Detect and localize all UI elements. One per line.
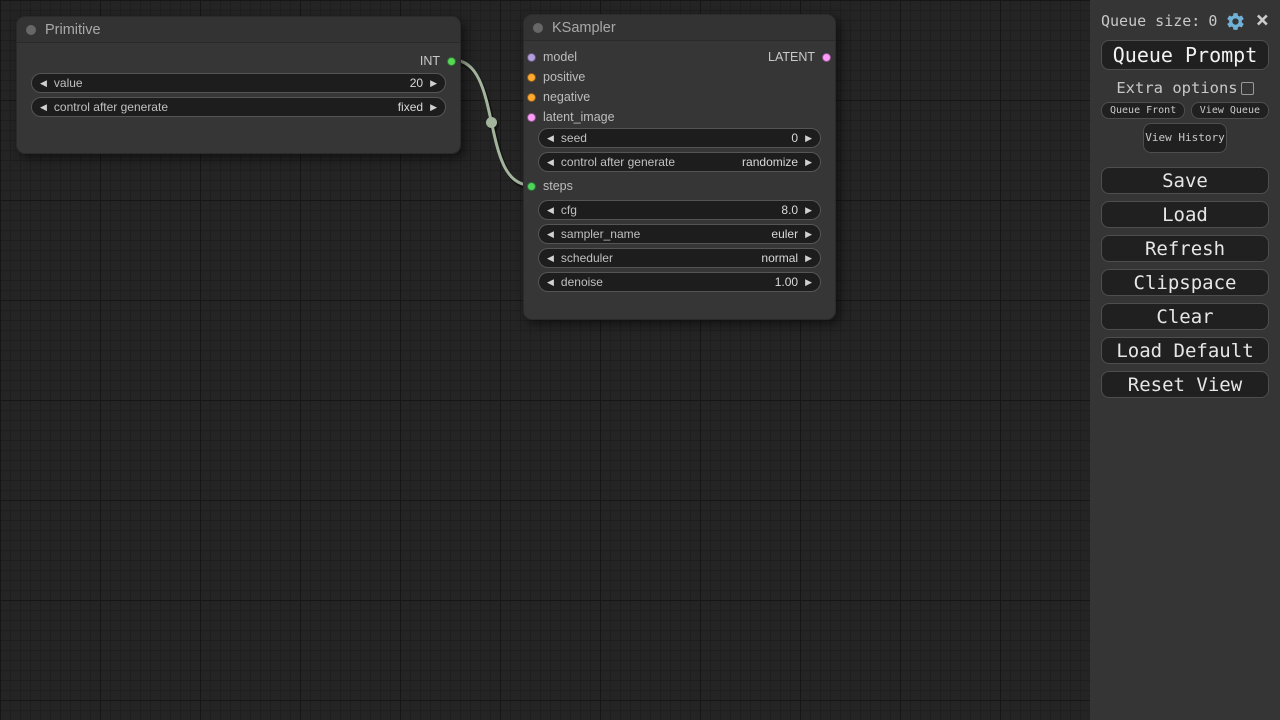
- output-label: LATENT: [768, 50, 815, 64]
- settings-gear-icon[interactable]: [1225, 11, 1246, 32]
- queue-size-row: Queue size: 0 ×: [1101, 10, 1269, 32]
- output-row-int: INT: [420, 53, 456, 69]
- input-label: positive: [543, 70, 585, 84]
- node-title: Primitive: [45, 22, 101, 38]
- queue-size-label: Queue size:: [1101, 12, 1200, 30]
- queue-size-value: 0: [1208, 12, 1217, 30]
- queue-controls-row: Queue Front View Queue: [1101, 102, 1269, 119]
- decrement-arrow-icon[interactable]: ◀: [40, 103, 47, 112]
- close-icon[interactable]: ×: [1256, 11, 1269, 31]
- widget-scheduler[interactable]: ◀ scheduler normal ▶: [538, 248, 821, 268]
- decrement-arrow-icon[interactable]: ◀: [547, 134, 554, 143]
- extra-options-row: Extra options: [1101, 79, 1269, 97]
- node-title: KSampler: [552, 20, 616, 36]
- increment-arrow-icon[interactable]: ▶: [805, 230, 812, 239]
- view-queue-button[interactable]: View Queue: [1191, 102, 1269, 119]
- increment-arrow-icon[interactable]: ▶: [805, 278, 812, 287]
- increment-arrow-icon[interactable]: ▶: [430, 103, 437, 112]
- output-row-latent: LATENT: [768, 49, 831, 65]
- widget-label: value: [54, 76, 410, 90]
- node-primitive[interactable]: Primitive INT ◀ value 20 ▶ ◀ control aft…: [16, 16, 461, 154]
- clipspace-button[interactable]: Clipspace: [1101, 269, 1269, 296]
- node-ksampler-titlebar[interactable]: KSampler: [524, 15, 835, 41]
- increment-arrow-icon[interactable]: ▶: [430, 79, 437, 88]
- widget-seed[interactable]: ◀ seed 0 ▶: [538, 128, 821, 148]
- widget-control-after-generate[interactable]: ◀ control after generate randomize ▶: [538, 152, 821, 172]
- widget-cfg[interactable]: ◀ cfg 8.0 ▶: [538, 200, 821, 220]
- output-port-latent[interactable]: [822, 53, 831, 62]
- link-shadow: [455, 63, 532, 188]
- decrement-arrow-icon[interactable]: ◀: [547, 158, 554, 167]
- output-label: INT: [420, 54, 440, 68]
- input-port-negative[interactable]: [527, 93, 536, 102]
- widget-value-text: 1.00: [775, 275, 798, 289]
- input-row-positive: positive: [527, 69, 585, 85]
- node-ksampler[interactable]: KSampler model positive negative latent_…: [523, 14, 836, 320]
- widget-sampler-name[interactable]: ◀ sampler_name euler ▶: [538, 224, 821, 244]
- widget-label: sampler_name: [561, 227, 771, 241]
- widget-value-text: randomize: [742, 155, 798, 169]
- widget-denoise[interactable]: ◀ denoise 1.00 ▶: [538, 272, 821, 292]
- input-row-negative: negative: [527, 89, 590, 105]
- link-midpoint-shadow: [488, 120, 499, 131]
- load-default-button[interactable]: Load Default: [1101, 337, 1269, 364]
- extra-options-checkbox[interactable]: [1241, 82, 1254, 95]
- widget-label: seed: [561, 131, 791, 145]
- node-collapse-dot[interactable]: [26, 25, 36, 35]
- widget-label: control after generate: [54, 100, 398, 114]
- input-row-model: model: [527, 49, 577, 65]
- input-port-latent-image[interactable]: [527, 113, 536, 122]
- input-label: negative: [543, 90, 590, 104]
- extra-options-label: Extra options: [1116, 79, 1237, 97]
- input-port-model[interactable]: [527, 53, 536, 62]
- widget-value-text: euler: [771, 227, 798, 241]
- input-port-positive[interactable]: [527, 73, 536, 82]
- decrement-arrow-icon[interactable]: ◀: [547, 278, 554, 287]
- widget-value-text: 20: [410, 76, 423, 90]
- link-midpoint-dot[interactable]: [486, 117, 497, 128]
- node-collapse-dot[interactable]: [533, 23, 543, 33]
- decrement-arrow-icon[interactable]: ◀: [547, 230, 554, 239]
- clear-button[interactable]: Clear: [1101, 303, 1269, 330]
- widget-control-after-generate[interactable]: ◀ control after generate fixed ▶: [31, 97, 446, 117]
- link-int-to-steps[interactable]: [453, 60, 530, 185]
- refresh-button[interactable]: Refresh: [1101, 235, 1269, 262]
- increment-arrow-icon[interactable]: ▶: [805, 254, 812, 263]
- output-port-int[interactable]: [447, 57, 456, 66]
- decrement-arrow-icon[interactable]: ◀: [547, 206, 554, 215]
- view-history-button[interactable]: View History: [1143, 123, 1227, 153]
- input-row-steps: steps: [527, 178, 573, 194]
- input-row-latent-image: latent_image: [527, 109, 615, 125]
- increment-arrow-icon[interactable]: ▶: [805, 158, 812, 167]
- graph-canvas[interactable]: Primitive INT ◀ value 20 ▶ ◀ control aft…: [0, 0, 1090, 720]
- widget-label: control after generate: [561, 155, 742, 169]
- reset-view-button[interactable]: Reset View: [1101, 371, 1269, 398]
- widget-value-text: 8.0: [781, 203, 798, 217]
- node-primitive-titlebar[interactable]: Primitive: [17, 17, 460, 43]
- widget-label: scheduler: [561, 251, 761, 265]
- save-button[interactable]: Save: [1101, 167, 1269, 194]
- queue-prompt-button[interactable]: Queue Prompt: [1101, 40, 1269, 70]
- load-button[interactable]: Load: [1101, 201, 1269, 228]
- increment-arrow-icon[interactable]: ▶: [805, 134, 812, 143]
- increment-arrow-icon[interactable]: ▶: [805, 206, 812, 215]
- input-label: latent_image: [543, 110, 615, 124]
- action-buttons: Save Load Refresh Clipspace Clear Load D…: [1101, 167, 1269, 398]
- queue-menu-panel: Queue size: 0 × Queue Prompt Extra optio…: [1090, 0, 1280, 720]
- decrement-arrow-icon[interactable]: ◀: [40, 79, 47, 88]
- input-port-steps[interactable]: [527, 182, 536, 191]
- widget-label: denoise: [561, 275, 775, 289]
- input-label: model: [543, 50, 577, 64]
- widget-label: cfg: [561, 203, 781, 217]
- widget-value-text: normal: [761, 251, 798, 265]
- widget-value-text: fixed: [398, 100, 423, 114]
- decrement-arrow-icon[interactable]: ◀: [547, 254, 554, 263]
- widget-value-text: 0: [791, 131, 798, 145]
- widget-value[interactable]: ◀ value 20 ▶: [31, 73, 446, 93]
- input-label: steps: [543, 179, 573, 193]
- queue-front-button[interactable]: Queue Front: [1101, 102, 1185, 119]
